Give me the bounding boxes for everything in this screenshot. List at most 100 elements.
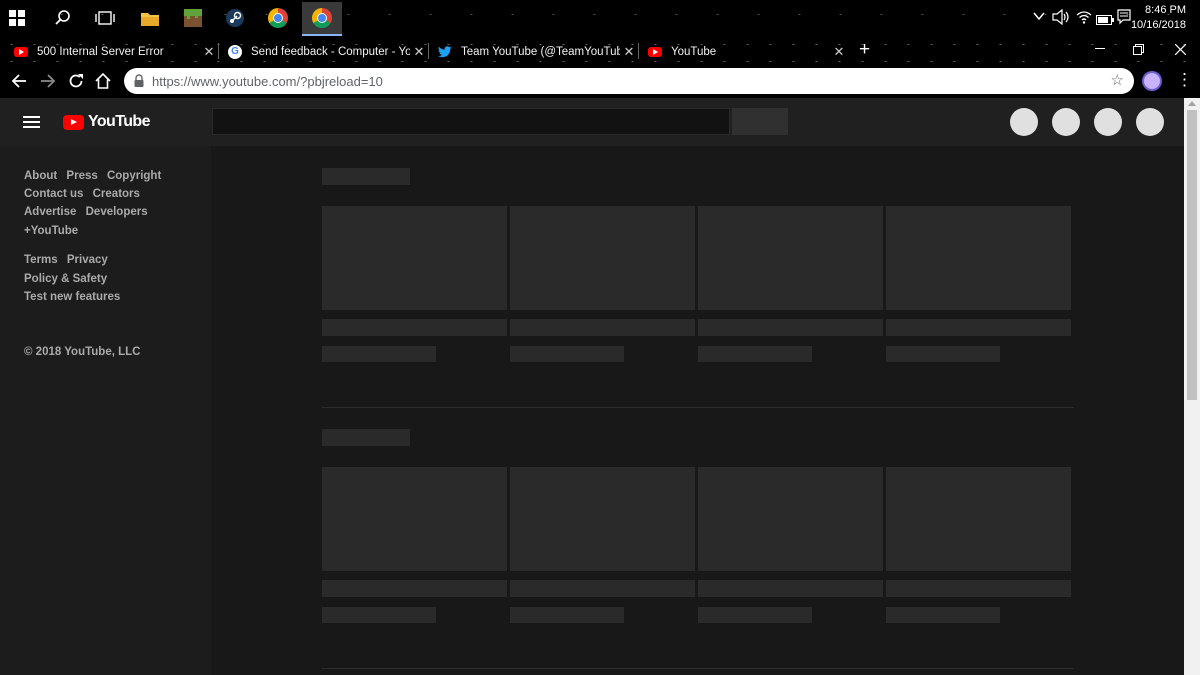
wifi-icon[interactable] bbox=[1076, 9, 1092, 30]
windows-taskbar: 8:46 PM 10/16/2018 bbox=[0, 0, 1200, 36]
minimize-icon[interactable] bbox=[1080, 37, 1120, 61]
copyright-text: © 2018 YouTube, LLC bbox=[24, 346, 141, 358]
tab-title: 500 Internal Server Error bbox=[37, 45, 164, 58]
restore-icon[interactable] bbox=[1118, 37, 1158, 61]
tab-title: Send feedback - Computer - You bbox=[251, 45, 410, 58]
shelf-divider bbox=[322, 407, 1074, 408]
guide-links-row: Contact us Creators bbox=[24, 188, 146, 200]
scrollbar-thumb[interactable] bbox=[1187, 110, 1197, 400]
press-link[interactable]: Press bbox=[66, 170, 97, 182]
windows-start-icon[interactable] bbox=[4, 5, 30, 31]
thumbnail-placeholder[interactable] bbox=[510, 206, 695, 310]
guide-sidebar: About Press Copyright Contact us Creator… bbox=[0, 146, 211, 675]
page-scrollbar[interactable] bbox=[1184, 98, 1200, 675]
youtube-logo[interactable]: YouTube bbox=[63, 113, 150, 131]
thumbnail-placeholder[interactable] bbox=[322, 467, 507, 571]
contact-us-link[interactable]: Contact us bbox=[24, 188, 83, 200]
title-placeholder bbox=[510, 319, 695, 336]
terms-link[interactable]: Terms bbox=[24, 254, 58, 266]
tab-team-youtube-twitter[interactable]: Team YouTube (@TeamYouTube) ✕ bbox=[424, 39, 638, 64]
meta-placeholder bbox=[322, 346, 436, 362]
thumbnail-placeholder[interactable] bbox=[510, 467, 695, 571]
browser-tab-strip: 500 Internal Server Error ✕ G Send feedb… bbox=[0, 36, 1200, 64]
back-button[interactable] bbox=[6, 68, 32, 94]
search-icon[interactable] bbox=[50, 5, 76, 31]
masthead-icon-placeholder[interactable] bbox=[1052, 108, 1080, 136]
youtube-icon bbox=[14, 45, 28, 59]
address-bar[interactable]: https://www.youtube.com/?pbjreload=10 ☆ bbox=[124, 68, 1134, 94]
action-center-icon[interactable] bbox=[1117, 9, 1131, 30]
url-text[interactable]: https://www.youtube.com/?pbjreload=10 bbox=[152, 74, 383, 89]
meta-placeholder bbox=[886, 607, 1000, 623]
scroll-up-arrow-icon[interactable] bbox=[1188, 101, 1196, 106]
meta-placeholder bbox=[510, 607, 624, 623]
meta-placeholder bbox=[698, 607, 812, 623]
youtube-logo-text: YouTube bbox=[88, 113, 150, 130]
search-input[interactable] bbox=[212, 108, 730, 135]
masthead-icon-placeholder[interactable] bbox=[1010, 108, 1038, 136]
close-tab-icon[interactable]: ✕ bbox=[830, 44, 848, 60]
thumbnail-placeholder[interactable] bbox=[886, 206, 1071, 310]
bookmark-star-icon[interactable]: ☆ bbox=[1111, 71, 1124, 89]
title-placeholder bbox=[698, 319, 883, 336]
steam-icon[interactable] bbox=[222, 5, 248, 31]
shelf-divider bbox=[322, 668, 1074, 669]
about-link[interactable]: About bbox=[24, 170, 57, 182]
battery-icon[interactable] bbox=[1096, 12, 1114, 30]
developers-link[interactable]: Developers bbox=[86, 206, 148, 218]
lock-icon[interactable] bbox=[134, 74, 144, 92]
guide-links-row: +YouTube bbox=[24, 225, 84, 237]
profile-avatar-icon[interactable] bbox=[1142, 71, 1162, 91]
privacy-link[interactable]: Privacy bbox=[67, 254, 108, 266]
creators-link[interactable]: Creators bbox=[93, 188, 140, 200]
task-view-icon[interactable] bbox=[92, 5, 118, 31]
masthead-avatar-placeholder[interactable] bbox=[1136, 108, 1164, 136]
youtube-page: YouTube About Press Copyright Contact us… bbox=[0, 98, 1184, 675]
tab-youtube[interactable]: YouTube ✕ bbox=[634, 39, 848, 64]
shelf-title-placeholder bbox=[322, 429, 410, 446]
close-window-icon[interactable] bbox=[1160, 37, 1200, 61]
system-clock[interactable]: 8:46 PM 10/16/2018 bbox=[1131, 3, 1186, 33]
tab-500-error[interactable]: 500 Internal Server Error ✕ bbox=[0, 39, 218, 64]
chrome-active-icon[interactable] bbox=[302, 2, 342, 36]
title-placeholder bbox=[322, 580, 507, 597]
advertise-link[interactable]: Advertise bbox=[24, 206, 76, 218]
youtube-icon bbox=[648, 45, 662, 59]
title-placeholder bbox=[886, 580, 1071, 597]
tab-title: Team YouTube (@TeamYouTube) bbox=[461, 45, 620, 58]
reload-button[interactable] bbox=[63, 68, 89, 94]
guide-links-row: Terms Privacy bbox=[24, 254, 114, 266]
title-placeholder bbox=[322, 319, 507, 336]
browser-toolbar: https://www.youtube.com/?pbjreload=10 ☆ … bbox=[0, 64, 1200, 98]
forward-button[interactable] bbox=[35, 68, 61, 94]
copyright-link[interactable]: Copyright bbox=[107, 170, 161, 182]
chrome-icon[interactable] bbox=[265, 5, 291, 31]
thumbnail-placeholder[interactable] bbox=[886, 467, 1071, 571]
shelf-title-placeholder bbox=[322, 168, 410, 185]
minecraft-icon[interactable] bbox=[180, 5, 206, 31]
guide-links-row: Policy & Safety bbox=[24, 273, 113, 285]
search-button[interactable] bbox=[732, 108, 788, 135]
chevron-up-icon[interactable] bbox=[1033, 11, 1045, 24]
youtube-play-icon bbox=[63, 114, 84, 130]
chrome-menu-icon[interactable]: ⋮ bbox=[1176, 70, 1193, 90]
title-placeholder bbox=[886, 319, 1071, 336]
hamburger-menu-icon[interactable] bbox=[23, 116, 40, 128]
thumbnail-placeholder[interactable] bbox=[698, 206, 883, 310]
twitter-icon bbox=[438, 45, 452, 59]
volume-icon[interactable] bbox=[1052, 8, 1070, 30]
masthead-icon-placeholder[interactable] bbox=[1094, 108, 1122, 136]
clock-date: 10/16/2018 bbox=[1130, 19, 1186, 31]
new-tab-button[interactable]: + bbox=[859, 39, 870, 61]
test-new-features-link[interactable]: Test new features bbox=[24, 291, 120, 303]
home-button[interactable] bbox=[90, 68, 116, 94]
policy-safety-link[interactable]: Policy & Safety bbox=[24, 273, 107, 285]
meta-placeholder bbox=[698, 346, 812, 362]
plus-youtube-link[interactable]: +YouTube bbox=[24, 225, 78, 237]
thumbnail-placeholder[interactable] bbox=[698, 467, 883, 571]
google-icon: G bbox=[228, 44, 242, 59]
thumbnail-placeholder[interactable] bbox=[322, 206, 507, 310]
tab-send-feedback[interactable]: G Send feedback - Computer - You ✕ bbox=[214, 39, 428, 64]
youtube-masthead: YouTube bbox=[0, 98, 1184, 146]
file-explorer-icon[interactable] bbox=[137, 5, 163, 31]
